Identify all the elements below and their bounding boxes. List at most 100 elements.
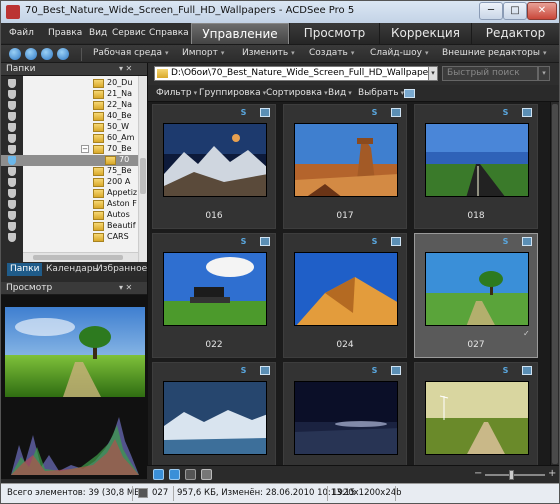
thumbnail-item[interactable]: S 016	[152, 104, 276, 229]
folder-label: 21_Na	[107, 89, 133, 98]
folder-tree-item[interactable]: 22_Na	[1, 100, 147, 111]
menu-tools[interactable]: Сервис	[112, 28, 146, 38]
tab-develop[interactable]: Коррекция	[379, 23, 471, 44]
thumbnail-item[interactable]: S	[414, 362, 538, 465]
thumbnail-item[interactable]: S 022	[152, 233, 276, 358]
filter-menu[interactable]: Фильтр ▾	[156, 88, 197, 98]
folder-tree-item[interactable]: 70	[1, 155, 147, 166]
workspace-menu[interactable]: Рабочая среда ▾	[93, 48, 169, 58]
status-total-items: Всего элементов: 39 (30,8 МБ)	[7, 488, 144, 498]
chevron-down-icon: ▾	[193, 89, 198, 97]
path-dropdown-button[interactable]: ▾	[428, 66, 438, 81]
folder-tree-item[interactable]: 50_W	[1, 122, 147, 133]
tab-favorites[interactable]: Избранное	[93, 263, 150, 276]
status-bar: Всего элементов: 39 (30,8 МБ) 027 957,6 …	[1, 483, 559, 503]
shield-icon	[8, 145, 16, 154]
folder-tree-item[interactable]: 60_Am	[1, 133, 147, 144]
create-menu[interactable]: Создать ▾	[309, 48, 354, 58]
sort-menu[interactable]: Сортировка ▾	[266, 88, 328, 98]
refresh-icon[interactable]	[57, 48, 69, 60]
folder-tree-item[interactable]: Beautif	[1, 221, 147, 232]
quick-search-input[interactable]: Быстрый поиск	[442, 66, 538, 81]
slideshow-menu[interactable]: Слайд-шоу ▾	[370, 48, 428, 58]
folder-tree-item[interactable]: Appetiz	[1, 188, 147, 199]
rotate-right-icon[interactable]	[169, 469, 180, 480]
up-icon[interactable]	[41, 48, 53, 60]
shield-icon	[8, 178, 16, 187]
panel-pin-close-icon[interactable]: ▾ ✕	[119, 64, 132, 73]
folder-tree-item[interactable]: 20_Du	[1, 78, 147, 89]
minimize-button[interactable]: ─	[479, 2, 503, 20]
thumbnail-caption: 016	[205, 211, 223, 221]
external-editors-menu[interactable]: Внешние редакторы ▾	[442, 48, 546, 58]
thumbnail-icon[interactable]	[404, 89, 415, 98]
folder-tree-item[interactable]: 75_Be	[1, 166, 147, 177]
thumbnail-item[interactable]: S 027 ✓	[414, 233, 538, 358]
folder-tree-hscroll[interactable]	[23, 252, 138, 262]
scroll-thumb[interactable]	[552, 104, 558, 464]
import-menu[interactable]: Импорт ▾	[182, 48, 224, 58]
shield-icon	[8, 112, 16, 121]
collapse-toggle[interactable]: −	[81, 145, 89, 153]
tab-view[interactable]: Просмотр	[289, 23, 379, 44]
chevron-down-icon: ▾	[348, 89, 352, 97]
back-icon[interactable]	[9, 48, 21, 60]
thumbnail-item[interactable]: S	[152, 362, 276, 465]
thumbnail-item[interactable]: S 018	[414, 104, 538, 229]
group-menu[interactable]: Группировка ▾	[199, 88, 266, 98]
folder-tree-item[interactable]: CARS	[1, 232, 147, 243]
folder-tree-item[interactable]: Autos	[1, 210, 147, 221]
menu-file[interactable]: Файл	[9, 28, 34, 38]
preview-panel-title: Просмотр	[6, 283, 53, 293]
scroll-thumb[interactable]	[33, 255, 123, 260]
rotate-left-icon[interactable]	[153, 469, 164, 480]
maximize-button[interactable]: □	[503, 2, 527, 20]
zoom-out-button[interactable]: −	[474, 468, 482, 479]
forward-icon[interactable]	[25, 48, 37, 60]
status-separator	[327, 486, 328, 501]
path-input[interactable]: D:\Обои\70_Best_Nature_Wide_Screen_Full_…	[154, 66, 436, 81]
grid-vscroll[interactable]	[550, 102, 559, 465]
filter-bar: Фильтр ▾ Группировка ▾ Сортировка ▾ Вид ▾ Вы…	[147, 85, 559, 102]
tab-folders[interactable]: Папки	[7, 263, 43, 276]
folder-tree-item[interactable]: − 70_Be	[1, 144, 147, 155]
panel-pin-close-icon[interactable]: ▾ ✕	[119, 283, 132, 292]
preview-panel-header: Просмотр ▾ ✕	[1, 282, 147, 295]
scroll-thumb[interactable]	[140, 158, 146, 194]
view-label: Вид	[328, 88, 347, 98]
preview-panel	[1, 295, 147, 479]
folder-tree-item[interactable]: 21_Na	[1, 89, 147, 100]
menu-help[interactable]: Справка	[149, 28, 189, 38]
shield-icon	[8, 79, 16, 88]
folder-label: 50_W	[107, 122, 130, 131]
tab-edit[interactable]: Редактор	[471, 23, 559, 44]
menu-edit[interactable]: Правка	[48, 28, 82, 38]
folder-label: Aston F	[107, 199, 137, 208]
folder-tree-item[interactable]: Aston F	[1, 199, 147, 210]
zoom-in-button[interactable]: +	[548, 468, 556, 479]
zoom-slider-track[interactable]	[485, 474, 545, 476]
close-button[interactable]: ✕	[527, 2, 557, 20]
check-icon[interactable]: ✓	[523, 329, 530, 338]
thumbnail-item[interactable]: S 017	[283, 104, 407, 229]
external-editors-label: Внешние редакторы	[442, 48, 540, 58]
folder-tree-item[interactable]: 40_Be	[1, 111, 147, 122]
folder-icon	[93, 189, 104, 198]
modify-menu[interactable]: Изменить ▾	[242, 48, 295, 58]
compare-icon[interactable]	[201, 469, 212, 480]
thumbnail-item[interactable]: S 024	[283, 233, 407, 358]
folder-tree-item[interactable]: 200 A	[1, 177, 147, 188]
tab-manage[interactable]: Управление	[191, 23, 289, 44]
folder-tree-vscroll[interactable]	[138, 76, 147, 262]
preview-toggle-icon[interactable]	[185, 469, 196, 480]
folder-label: 40_Be	[107, 111, 132, 120]
zoom-slider-handle[interactable]	[509, 470, 514, 480]
view-menu[interactable]: Вид ▾	[328, 88, 352, 98]
shield-icon	[8, 101, 16, 110]
thumbnail-caption: 027	[467, 340, 485, 350]
menu-view[interactable]: Вид	[89, 28, 107, 38]
thumbnail-item[interactable]: S	[283, 362, 407, 465]
search-dropdown-button[interactable]: ▾	[538, 66, 550, 81]
select-menu[interactable]: Выбрать ▾	[358, 88, 404, 98]
sync-badge-icon: S	[240, 108, 247, 117]
